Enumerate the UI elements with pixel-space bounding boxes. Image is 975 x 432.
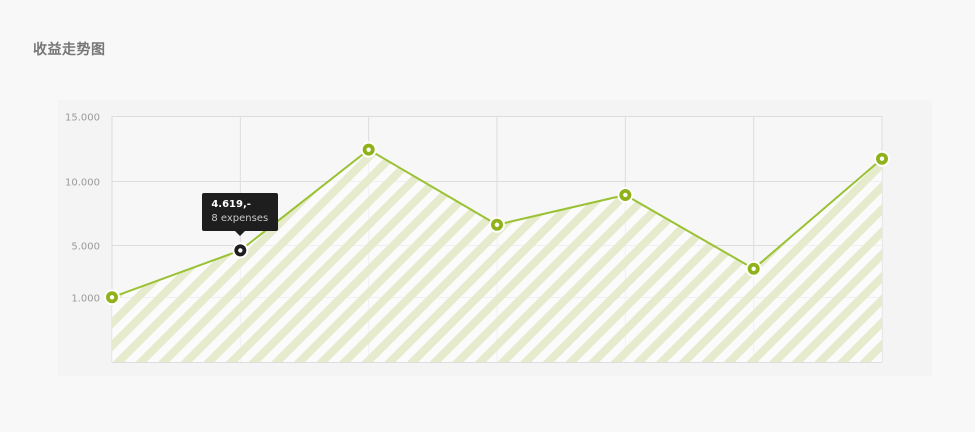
data-point-tooltip: 4.619,- 8 expenses [202, 193, 279, 237]
chart-panel: 1.000 5.000 10.000 15.000 4.619,- 8 expense… [58, 100, 932, 376]
y-axis-ticks: 1.000 5.000 10.000 15.000 [65, 113, 100, 305]
data-point-center [623, 192, 628, 198]
data-point-center [366, 147, 371, 152]
data-point-center [751, 266, 756, 271]
page-title: 收益走势图 [33, 42, 106, 58]
data-point-center [238, 248, 243, 253]
page: 收益走势图 1.000 5.000 10.000 15.000 4.619,- 8 e… [0, 0, 975, 432]
y-tick-label: 1.000 [71, 294, 100, 305]
data-point-center [109, 295, 115, 300]
y-tick-label: 15.000 [65, 113, 100, 124]
data-point-center [494, 222, 500, 227]
y-tick-label: 5.000 [71, 242, 100, 253]
y-tick-label: 10.000 [65, 178, 100, 189]
earnings-trend-chart: 1.000 5.000 10.000 15.000 [65, 113, 890, 363]
tooltip-subtitle: 8 expenses [211, 213, 269, 225]
data-point-center [879, 156, 885, 161]
tooltip-arrow [235, 231, 246, 237]
tooltip-value: 4.619,- [211, 199, 251, 211]
